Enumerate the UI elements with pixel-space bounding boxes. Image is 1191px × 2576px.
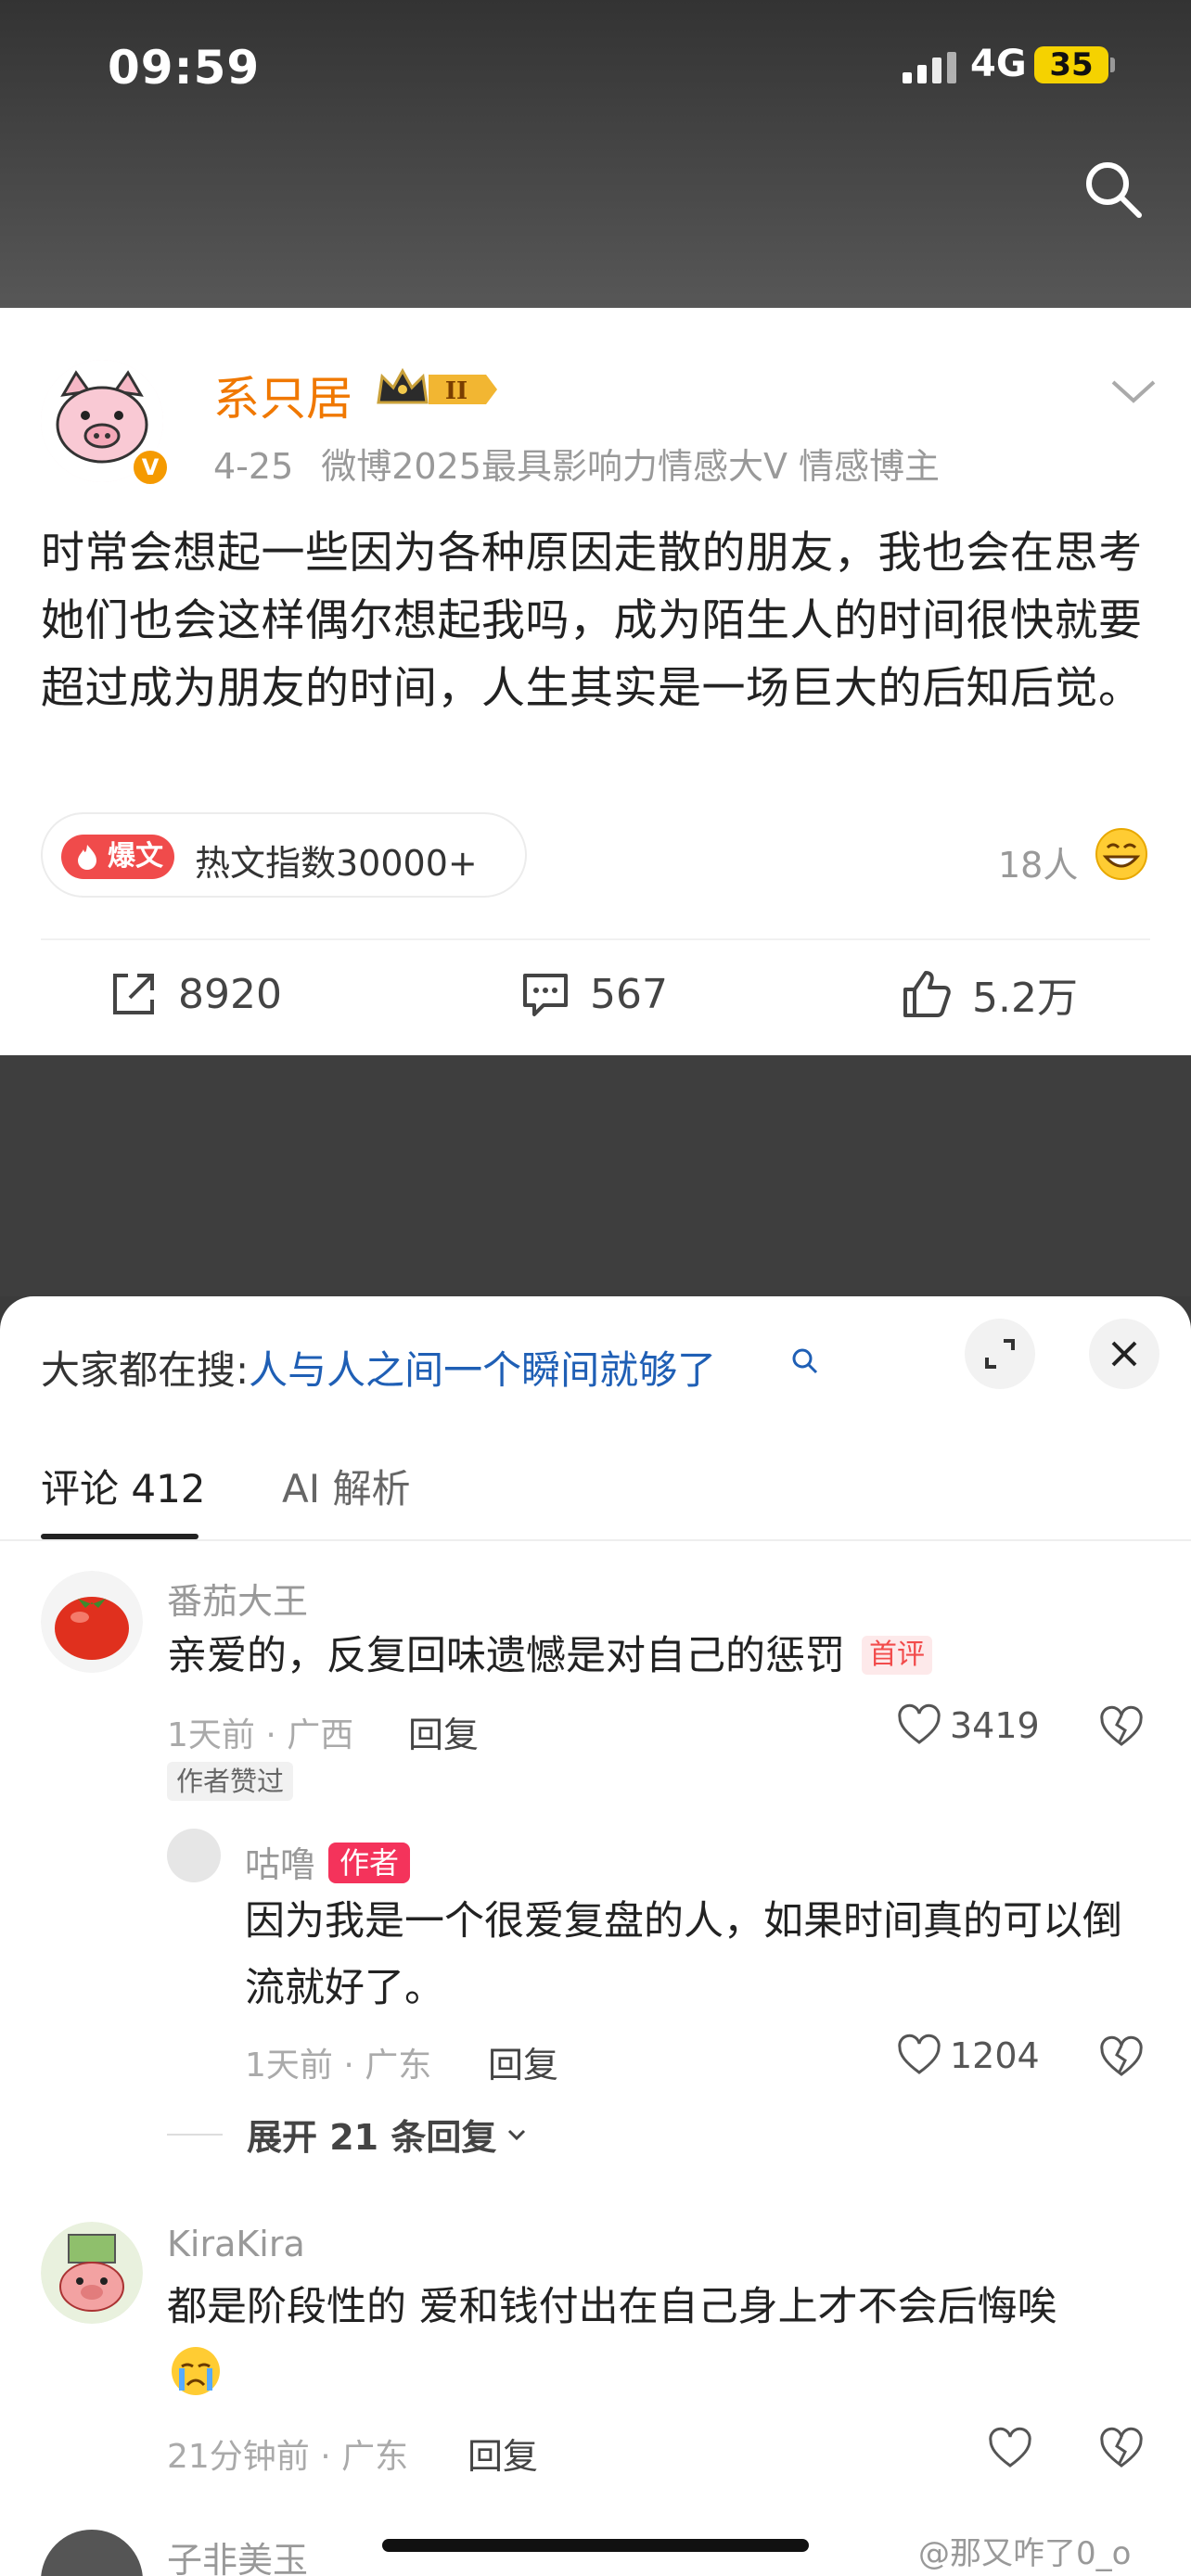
expand-sheet-button[interactable] <box>965 1319 1035 1389</box>
author-liked-tag: 作者赞过 <box>167 1762 294 1801</box>
heart-icon[interactable] <box>987 2426 1033 2472</box>
member-crown-icon: II <box>377 367 497 405</box>
status-time: 09:59 <box>108 41 261 95</box>
chevron-down-icon <box>508 2129 526 2140</box>
battery-level: 35 <box>1049 46 1094 83</box>
author-tag: 作者 <box>328 1843 411 1883</box>
comment-time-location: 21分钟前 · 广东 <box>167 2438 409 2476</box>
reply-time-location: 1天前 · 广东 <box>245 2047 432 2085</box>
backdrop[interactable] <box>0 1055 1191 1296</box>
heart-icon <box>898 2034 941 2074</box>
verified-badge-icon: V <box>130 447 171 488</box>
search-suggestion-term[interactable]: 人与人之间一个瞬间就够了 <box>249 1347 716 1393</box>
grin-emoji-icon <box>1095 828 1147 880</box>
search-suggestion[interactable]: 大家都在搜:人与人之间一个瞬间就够了 <box>41 1339 716 1396</box>
search-icon[interactable] <box>1080 156 1148 224</box>
commenter-name[interactable]: KiraKira <box>167 2224 305 2264</box>
crying-emoji-icon <box>172 2347 220 2395</box>
post-card: V 系只居 II 4-25 微博2025最具影响力情感大V 情感博主 时常会想起一… <box>0 308 1191 1055</box>
author-description: 微博2025最具影响力情感大V 情感博主 <box>321 446 941 487</box>
post-divider <box>41 938 1150 940</box>
broken-heart-icon[interactable] <box>1098 2034 1145 2081</box>
flame-icon <box>78 845 96 870</box>
cartoon-pig-avatar-icon <box>41 2222 143 2324</box>
expand-replies-button[interactable]: 展开 21 条回复 <box>167 2109 531 2160</box>
hot-tag-label: 爆文 <box>108 840 163 873</box>
expand-icon <box>985 1339 1015 1369</box>
tab-ai-analysis[interactable]: AI 解析 <box>282 1458 410 1514</box>
comment-body: 亲爱的，反复回味遗憾是对自己的惩罚 <box>167 1633 845 1679</box>
comment-text: 都是阶段性的 爱和钱付出在自己身上才不会后悔唉 <box>167 2284 1057 2330</box>
reply-like-button[interactable]: 1204 <box>896 2033 1040 2079</box>
reply-button[interactable]: 回复 <box>408 1706 479 1757</box>
comment-like-button[interactable]: 3419 <box>896 1702 1040 1749</box>
first-comment-badge: 首评 <box>862 1636 932 1675</box>
hot-tag: 爆文 <box>61 835 174 879</box>
dimmed-header: 09:59 4G 35 <box>0 0 1191 308</box>
tab-comments[interactable]: 评论 412 <box>41 1458 206 1514</box>
commenter-avatar[interactable] <box>41 1571 143 1673</box>
hot-index-pill[interactable]: 爆文 热文指数30000+ <box>41 812 527 898</box>
commenter-name[interactable]: 番茄大王 <box>167 1573 308 1624</box>
like-button[interactable]: 5.2万 <box>900 966 1078 1022</box>
post-date: 4-25 <box>213 446 294 487</box>
commenter-name[interactable]: 子非美玉 <box>167 2531 308 2576</box>
watermark: @那又咋了0_o <box>918 2535 1132 2572</box>
close-sheet-button[interactable] <box>1089 1319 1159 1389</box>
comment-sheet: 大家都在搜:人与人之间一个瞬间就够了 评论 412 AI 解析 番茄大王 亲爱的… <box>0 1296 1191 2576</box>
home-indicator[interactable] <box>382 2539 809 2552</box>
repost-count: 8920 <box>178 970 282 1018</box>
battery-icon: 35 <box>1034 46 1108 83</box>
post-meta: 4-25 微博2025最具影响力情感大V 情感博主 <box>213 438 940 489</box>
comment-text: 亲爱的，反复回味遗憾是对自己的惩罚 首评 <box>167 1623 1150 1690</box>
tomato-avatar-icon <box>41 1571 143 1673</box>
replier-name[interactable]: 咕噜 <box>245 1844 315 1885</box>
repost-icon <box>113 974 154 1014</box>
comment-button[interactable]: 567 <box>519 966 668 1022</box>
reply-like-count: 1204 <box>950 2035 1040 2076</box>
reply-button[interactable]: 回复 <box>488 2036 558 2087</box>
expand-replies-label: 展开 21 条回复 <box>247 2117 497 2158</box>
tabs-divider <box>0 1539 1191 1541</box>
author-name[interactable]: 系只居 <box>213 362 352 428</box>
network-type: 4G <box>970 43 1027 85</box>
search-suggestion-prefix: 大家都在搜: <box>41 1347 250 1393</box>
expand-line <box>167 2133 223 2136</box>
search-small-icon <box>792 1348 818 1374</box>
chevron-down-icon[interactable] <box>1108 375 1159 408</box>
reply-text: 因为我是一个很爱复盘的人，如果时间真的可以倒流就好了。 <box>245 1898 1122 2011</box>
like-count: 5.2万 <box>972 975 1078 1022</box>
replier-name-row: 咕噜 作者 <box>245 1836 411 1887</box>
repost-button[interactable]: 8920 <box>108 966 282 1022</box>
thumbs-up-icon <box>903 971 951 1017</box>
comment-icon <box>523 974 568 1016</box>
comment-count: 567 <box>590 970 668 1018</box>
svg-text:II: II <box>445 377 467 405</box>
commenter-avatar[interactable] <box>41 2222 143 2324</box>
readers-count: 18人 <box>998 845 1079 886</box>
post-body: 时常会想起一些因为各种原因走散的朋友，我也会在思考她们也会这样偶尔想起我吗，成为… <box>41 528 1143 714</box>
heart-icon <box>898 1703 941 1744</box>
comment-time-location: 1天前 · 广西 <box>167 1716 354 1754</box>
signal-icon <box>903 52 956 83</box>
comment-like-count: 3419 <box>950 1705 1040 1746</box>
replier-avatar[interactable] <box>167 1829 221 1882</box>
hot-index-text: 热文指数30000+ <box>195 843 478 884</box>
reply-button[interactable]: 回复 <box>467 2428 538 2479</box>
broken-heart-icon[interactable] <box>1098 1704 1145 1751</box>
battery-tip <box>1110 57 1115 72</box>
close-icon <box>1111 1341 1137 1367</box>
commenter-avatar[interactable] <box>41 2530 143 2576</box>
broken-heart-icon[interactable] <box>1098 2426 1145 2472</box>
